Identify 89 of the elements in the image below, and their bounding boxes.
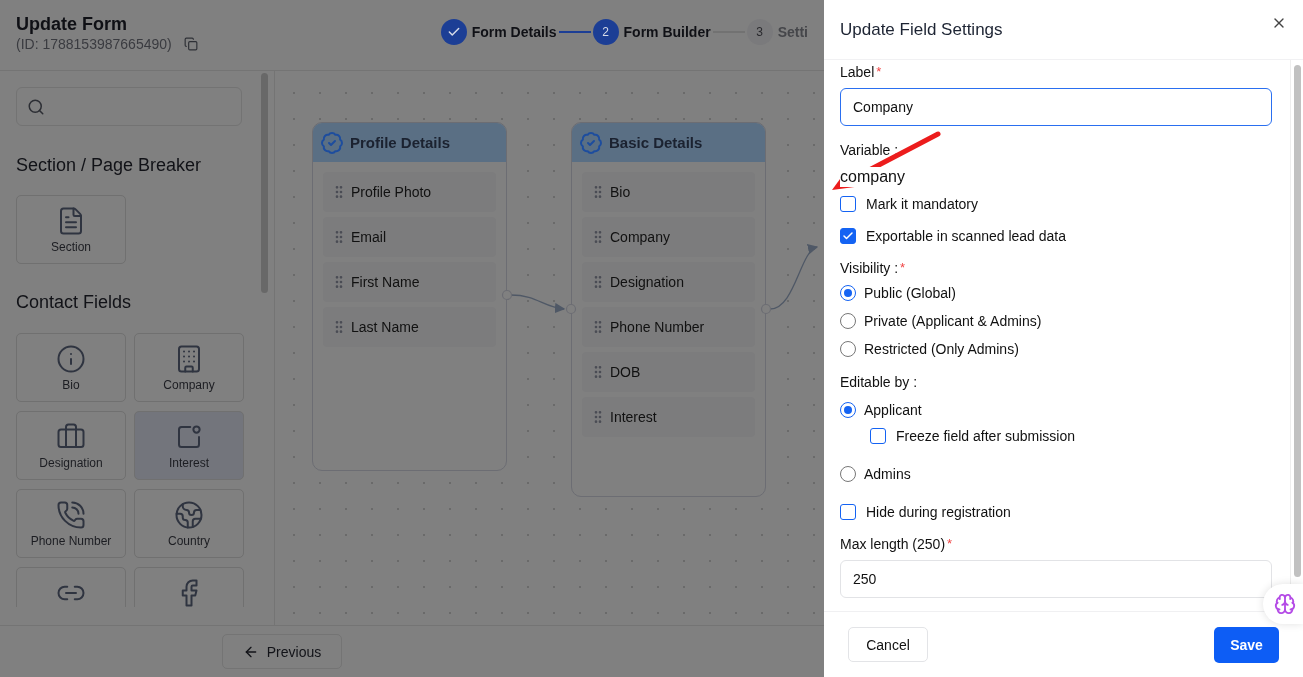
field-label: Label [840, 63, 875, 81]
radio-label: Private (Applicant & Admins) [864, 313, 1042, 329]
node-field[interactable]: First Name [323, 262, 496, 302]
field-tile[interactable]: Designation [16, 411, 126, 480]
previous-button[interactable]: Previous [222, 634, 342, 669]
field-tile[interactable]: Company [134, 333, 244, 402]
step-label[interactable]: Setti [777, 24, 808, 40]
node-field[interactable]: Company [582, 217, 755, 257]
scrollbar[interactable] [1294, 65, 1301, 577]
node-field[interactable]: Last Name [323, 307, 496, 347]
variable-value: company [840, 167, 905, 187]
checkbox-label: Mark it mandatory [866, 196, 979, 212]
checkbox[interactable] [840, 504, 856, 520]
tile-label: Designation [39, 456, 103, 470]
node-field[interactable]: Designation [582, 262, 755, 302]
connection-handle[interactable] [501, 289, 513, 301]
field-tile[interactable]: Country [134, 489, 244, 558]
assistant-button[interactable] [1263, 584, 1303, 624]
tile-label: Interest [169, 456, 209, 470]
field-tile[interactable]: Section [16, 195, 126, 264]
badge-check-icon [320, 130, 344, 155]
step-number: 2 [592, 19, 619, 45]
field-label: Editable by : [840, 373, 918, 391]
field-tile[interactable]: Bio [16, 333, 126, 402]
form-title: Update Form [16, 13, 128, 35]
globe-icon [174, 500, 204, 530]
step-number: 3 [746, 19, 773, 45]
scrollbar[interactable] [261, 73, 268, 293]
search-icon [27, 97, 45, 116]
badge-check-icon [579, 130, 603, 155]
field-label: Max length (250) [840, 535, 946, 553]
form-id: (ID: 1788153987665490) [16, 36, 172, 52]
field-tile[interactable]: Interest [134, 411, 244, 480]
section-heading: Contact Fields [16, 291, 133, 313]
save-button[interactable]: Save [1214, 626, 1279, 663]
radio-button[interactable] [840, 285, 856, 301]
node-field[interactable]: DOB [582, 352, 755, 392]
checkbox[interactable] [870, 428, 886, 444]
checkbox-label: Hide during registration [866, 504, 1011, 520]
connection-handle[interactable] [565, 303, 577, 315]
max-length-input[interactable]: 250 [840, 560, 1272, 598]
checkbox[interactable] [840, 196, 856, 212]
node-field[interactable]: Profile Photo [323, 172, 496, 212]
checkbox[interactable] [840, 228, 856, 244]
section-heading: Section / Page Breaker [16, 154, 203, 176]
checkbox-label: Exportable in scanned lead data [866, 228, 1067, 244]
search-field[interactable] [16, 87, 242, 126]
radio-button[interactable] [840, 466, 856, 482]
phone-icon [56, 500, 86, 530]
node-field[interactable]: Phone Number [582, 307, 755, 347]
drawer-title: Update Field Settings [840, 19, 1003, 40]
node-field[interactable]: Interest [582, 397, 755, 437]
tile-label: Section [51, 240, 91, 254]
node-title: Profile Details [350, 134, 451, 151]
radio-label: Restricted (Only Admins) [864, 341, 1019, 357]
label-input[interactable]: Company [840, 88, 1272, 126]
tile-label: Bio [62, 378, 80, 392]
field-label: Variable : [840, 141, 899, 159]
brain-icon [1274, 593, 1296, 615]
connector [769, 246, 819, 310]
tile-label: Country [168, 534, 210, 548]
connector [510, 294, 566, 313]
node-field[interactable]: Bio [582, 172, 755, 212]
section-node[interactable]: Basic Details Bio Company Designation Phone Number DOB Interest [571, 122, 766, 497]
node-title: Basic Details [609, 134, 703, 151]
check-icon [446, 25, 461, 39]
tile-label: Company [163, 378, 215, 392]
radio-button[interactable] [840, 313, 856, 329]
step-label[interactable]: Form Builder [623, 24, 711, 40]
field-tile[interactable]: Phone Number [16, 489, 126, 558]
radio-label: Public (Global) [864, 285, 956, 301]
step-label[interactable]: Form Details [471, 24, 557, 40]
field-label: Visibility : [840, 259, 899, 277]
required-mark: * [900, 259, 906, 277]
required-mark: * [947, 535, 953, 553]
connection-handle[interactable] [760, 303, 772, 315]
check-icon [842, 230, 854, 242]
section-node[interactable]: Profile Details Profile Photo Email First Name Last Name [312, 122, 507, 471]
radio-label: Applicant [864, 402, 922, 418]
checkbox-label: Freeze field after submission [896, 428, 1075, 444]
info-icon [56, 344, 86, 374]
radio-button[interactable] [840, 341, 856, 357]
radio-label: Admins [864, 466, 911, 482]
required-mark: * [876, 63, 882, 81]
radio-button[interactable] [840, 402, 856, 418]
node-field[interactable]: Email [323, 217, 496, 257]
tile-label: Phone Number [30, 534, 112, 548]
copy-icon[interactable] [183, 37, 198, 51]
cancel-button[interactable]: Cancel [848, 627, 928, 662]
